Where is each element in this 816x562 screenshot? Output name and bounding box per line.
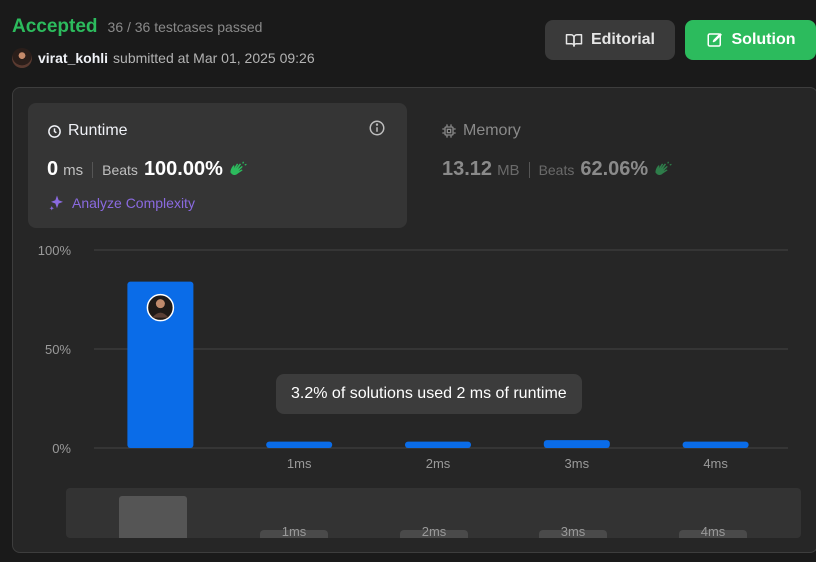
x-tick-label: 4ms	[703, 456, 728, 471]
chart-bar[interactable]	[543, 440, 610, 448]
overview-label: 4ms	[700, 524, 726, 539]
x-tick-label: 3ms	[565, 456, 590, 471]
chart-bar[interactable]	[405, 441, 471, 448]
y-tick-label: 50%	[45, 342, 71, 357]
overview-range-handle[interactable]	[119, 496, 187, 538]
x-tick-label: 1ms	[287, 456, 312, 471]
chart-tooltip: 3.2% of solutions used 2 ms of runtime	[276, 374, 582, 414]
chart-bar[interactable]	[266, 441, 333, 448]
bar-avatar	[146, 293, 175, 322]
overview-label: 1ms	[281, 524, 307, 539]
x-tick-label: 2ms	[426, 456, 451, 471]
overview-label: 2ms	[421, 524, 447, 539]
y-tick-label: 0%	[52, 441, 71, 456]
y-tick-label: 100%	[38, 243, 72, 258]
runtime-distribution-chart: 100% 50% 0% 1ms 2ms 3ms 4ms	[38, 243, 788, 471]
overview-label: 3ms	[560, 524, 586, 539]
submission-result: Accepted 36 / 36 testcases passed virat_…	[0, 0, 816, 562]
chart-bar[interactable]	[682, 441, 749, 448]
